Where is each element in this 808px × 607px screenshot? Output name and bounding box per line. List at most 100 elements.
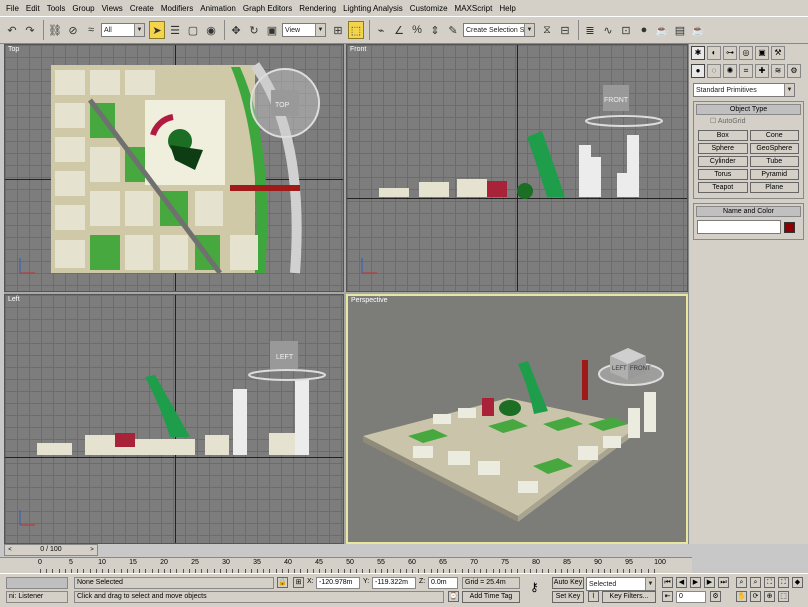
absolute-mode-icon[interactable]: ⊞	[293, 577, 304, 588]
field-of-view-icon[interactable]: ◆	[792, 577, 803, 588]
viewport-front[interactable]: Front FRONT	[346, 44, 688, 292]
pyramid-button[interactable]: Pyramid	[749, 169, 799, 180]
go-to-start-icon[interactable]: ⏮	[662, 577, 673, 588]
edit-named-selection-icon[interactable]: ✎	[445, 21, 461, 39]
create-tab-icon[interactable]: ✱	[691, 46, 705, 60]
current-frame-field[interactable]: 0	[676, 591, 706, 603]
menu-tools[interactable]: Tools	[47, 4, 66, 13]
angle-snap-icon[interactable]: ∠	[391, 21, 407, 39]
zoom-extents-icon[interactable]: ⛶	[764, 577, 775, 588]
menu-rendering[interactable]: Rendering	[299, 4, 336, 13]
sphere-button[interactable]: Sphere	[698, 143, 748, 154]
layer-manager-icon[interactable]: ≣	[582, 21, 598, 39]
play-icon[interactable]: ▶	[690, 577, 701, 588]
move-icon[interactable]: ✥	[228, 21, 244, 39]
walk-through-icon[interactable]: ⊕	[764, 591, 775, 602]
spinner-snap-icon[interactable]: ⇕	[427, 21, 443, 39]
undo-icon[interactable]: ↶	[4, 21, 20, 39]
viewport-left[interactable]: Left LEFT	[4, 294, 344, 544]
rollout-header[interactable]: Object Type	[696, 104, 801, 115]
link-icon[interactable]: ⛓	[47, 21, 63, 39]
systems-icon[interactable]: ⚙	[787, 64, 801, 78]
rollout-header[interactable]: Name and Color	[696, 206, 801, 217]
selection-region-icon[interactable]: ▢	[185, 21, 201, 39]
time-slider[interactable]: < 0 / 100 >	[4, 544, 98, 556]
lock-selection-icon[interactable]: 🔒	[277, 577, 288, 588]
autogrid-checkbox[interactable]: ☐ AutoGrid	[696, 115, 801, 127]
maxscript-mini-listener[interactable]: ni: Listener	[6, 591, 68, 603]
plane-button[interactable]: Plane	[749, 182, 799, 193]
viewport-perspective[interactable]: Perspective LEFT FRONT	[346, 294, 688, 544]
geosphere-button[interactable]: GeoSphere	[749, 143, 799, 154]
align-icon[interactable]: ⊟	[557, 21, 573, 39]
set-key-button[interactable]: Set Key	[552, 591, 584, 603]
reference-coordinate-dropdown[interactable]: View ▼	[282, 23, 326, 37]
hierarchy-tab-icon[interactable]: ⊶	[723, 46, 737, 60]
y-coordinate-field[interactable]: -119.322m	[372, 577, 416, 589]
mirror-icon[interactable]: ⧖	[539, 21, 555, 39]
named-selection-dropdown[interactable]: Create Selection Set ▼	[463, 23, 535, 37]
snaps-toggle-icon[interactable]: ⌁	[373, 21, 389, 39]
menu-modifiers[interactable]: Modifiers	[161, 4, 193, 13]
menu-lighting-analysis[interactable]: Lighting Analysis	[343, 4, 403, 13]
viewport-top[interactable]: Top TOP	[4, 44, 344, 292]
next-frame-icon[interactable]: ▶	[704, 577, 715, 588]
menu-edit[interactable]: Edit	[26, 4, 40, 13]
zoom-all-icon[interactable]: ⌕	[750, 577, 761, 588]
menu-views[interactable]: Views	[102, 4, 123, 13]
selection-filter-dropdown[interactable]: All ▼	[101, 23, 145, 37]
select-object-icon[interactable]: ➤	[149, 21, 165, 39]
maximize-viewport-icon[interactable]: ⬚	[778, 591, 789, 602]
quick-render-icon[interactable]: ☕	[690, 21, 706, 39]
box-button[interactable]: Box	[698, 130, 748, 141]
object-name-field[interactable]	[697, 220, 781, 234]
time-tag-icon[interactable]: ⌚	[448, 591, 459, 602]
window-crossing-icon[interactable]: ◉	[203, 21, 219, 39]
menu-file[interactable]: File	[6, 4, 19, 13]
zoom-extents-all-icon[interactable]: ⛶	[778, 577, 789, 588]
maxscript-mini-listener-top[interactable]	[6, 577, 68, 589]
display-tab-icon[interactable]: ▣	[755, 46, 769, 60]
menu-graph-editors[interactable]: Graph Editors	[243, 4, 292, 13]
rotate-icon[interactable]: ↻	[246, 21, 262, 39]
scale-icon[interactable]: ▣	[264, 21, 280, 39]
menu-maxscript[interactable]: MAXScript	[455, 4, 493, 13]
primitive-category-dropdown[interactable]: Standard Primitives ▼	[693, 83, 795, 97]
x-coordinate-field[interactable]: -120.978m	[316, 577, 360, 589]
torus-button[interactable]: Torus	[698, 169, 748, 180]
menu-help[interactable]: Help	[499, 4, 515, 13]
space-warps-icon[interactable]: ≋	[771, 64, 785, 78]
teapot-button[interactable]: Teapot	[698, 182, 748, 193]
bind-space-warp-icon[interactable]: ≈	[83, 21, 99, 39]
menu-create[interactable]: Create	[130, 4, 154, 13]
pivot-center-icon[interactable]: ⊞	[330, 21, 346, 39]
track-bar[interactable]: 0 5 10 15 20 25 30 35 40 45 50 55 60 65 70 75 80 85 90 95 10…	[0, 557, 692, 573]
object-color-swatch[interactable]	[784, 221, 795, 233]
add-time-tag-button[interactable]: Add Time Tag	[462, 591, 520, 603]
motion-tab-icon[interactable]: ◎	[739, 46, 753, 60]
key-filters-button[interactable]: Key Filters...	[602, 591, 656, 603]
previous-frame-icon[interactable]: ◀	[676, 577, 687, 588]
shapes-icon[interactable]: ◌	[707, 64, 721, 78]
default-tangent-icon[interactable]: ⌇	[588, 591, 599, 602]
menu-group[interactable]: Group	[72, 4, 94, 13]
cameras-icon[interactable]: ⌗	[739, 64, 753, 78]
pan-icon[interactable]: ✋	[736, 591, 747, 602]
lights-icon[interactable]: ✺	[723, 64, 737, 78]
cylinder-button[interactable]: Cylinder	[698, 156, 748, 167]
menu-customize[interactable]: Customize	[410, 4, 448, 13]
auto-key-button[interactable]: Auto Key	[552, 577, 584, 589]
go-to-end-icon[interactable]: ⏭	[718, 577, 729, 588]
chevron-right-icon[interactable]: >	[88, 545, 96, 555]
select-by-name-icon[interactable]: ☰	[167, 21, 183, 39]
material-editor-icon[interactable]: ●	[636, 21, 652, 39]
helpers-icon[interactable]: ✚	[755, 64, 769, 78]
schematic-view-icon[interactable]: ⊡	[618, 21, 634, 39]
render-frame-icon[interactable]: ▤	[672, 21, 688, 39]
time-config-icon[interactable]: ⚙	[710, 591, 721, 602]
z-coordinate-field[interactable]: 0.0m	[428, 577, 458, 589]
geometry-icon[interactable]: ●	[691, 64, 705, 78]
redo-icon[interactable]: ↷	[22, 21, 38, 39]
arc-rotate-icon[interactable]: ⟳	[750, 591, 761, 602]
unlink-icon[interactable]: ⊘	[65, 21, 81, 39]
